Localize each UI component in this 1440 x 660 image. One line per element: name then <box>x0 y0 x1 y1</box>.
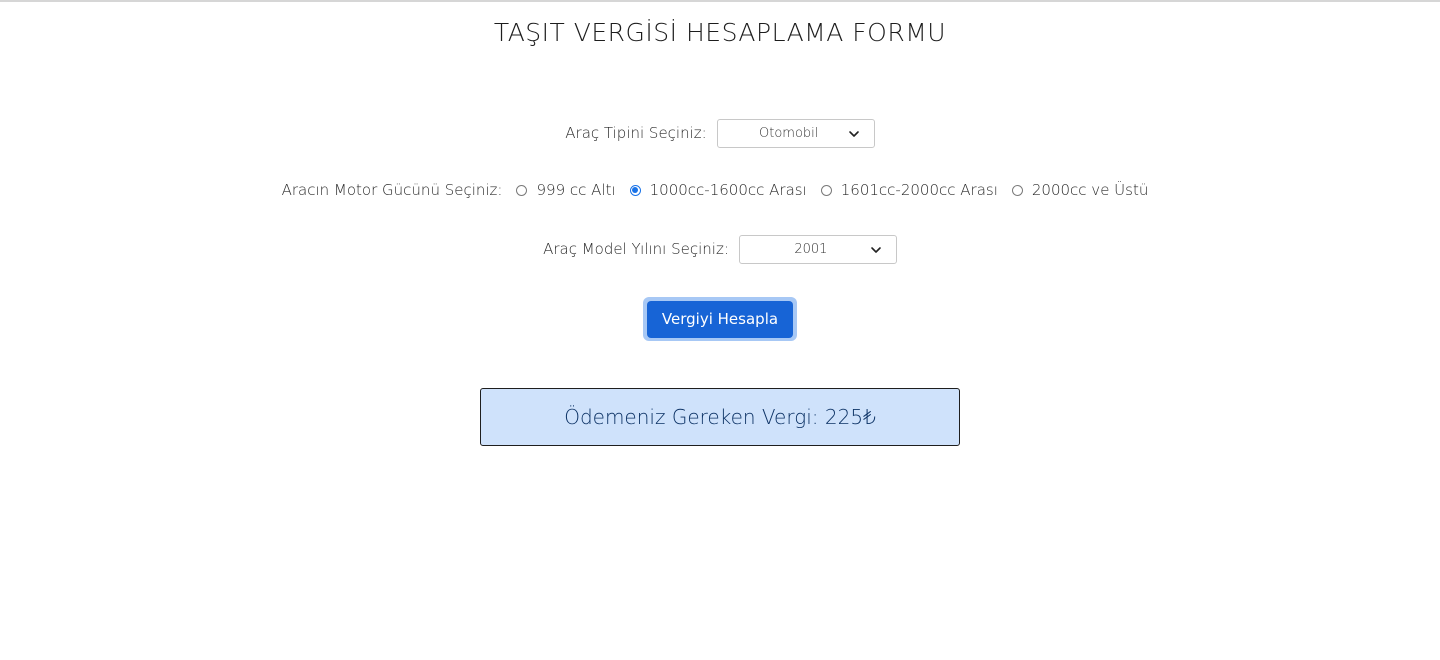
model-year-row: Araç Model Yılını Seçiniz: 2001 <box>0 233 1440 265</box>
vehicle-type-label: Araç Tipini Seçiniz: <box>565 124 707 142</box>
radio-button[interactable] <box>629 184 641 196</box>
chevron-down-icon <box>848 130 859 137</box>
engine-option-over-2000[interactable]: 2000cc ve Üstü <box>1008 181 1149 199</box>
engine-power-row: Aracın Motor Gücünü Seçiniz: 999 cc Altı… <box>0 176 1440 204</box>
chevron-down-icon <box>871 246 881 253</box>
engine-option-label: 999 cc Altı <box>536 181 616 199</box>
calculate-tax-button[interactable]: Vergiyi Hesapla <box>647 300 793 338</box>
vehicle-type-value: Otomobil <box>759 125 819 141</box>
engine-option-label: 1000cc-1600cc Arası <box>649 181 807 199</box>
page: TAŞIT VERGİSİ HESAPLAMA FORMU Araç Tipin… <box>0 0 1440 660</box>
engine-power-label: Aracın Motor Gücünü Seçiniz: <box>281 181 503 199</box>
engine-option-label: 2000cc ve Üstü <box>1031 181 1149 199</box>
vehicle-type-select[interactable]: Otomobil <box>716 118 875 148</box>
engine-option-under-999[interactable]: 999 cc Altı <box>512 181 616 199</box>
model-year-value: 2001 <box>794 241 828 257</box>
page-title: TAŞIT VERGİSİ HESAPLAMA FORMU <box>493 18 947 47</box>
model-year-select[interactable]: 2001 <box>738 234 897 264</box>
radio-button[interactable] <box>1011 184 1023 196</box>
model-year-label: Araç Model Yılını Seçiniz: <box>543 240 729 258</box>
vehicle-type-row: Araç Tipini Seçiniz: Otomobil <box>0 117 1440 149</box>
engine-option-1601-2000[interactable]: 1601cc-2000cc Arası <box>817 181 998 199</box>
engine-option-label: 1601cc-2000cc Arası <box>840 181 998 199</box>
radio-button[interactable] <box>516 184 528 196</box>
tax-result-text: Ödemeniz Gereken Vergi: 225₺ <box>564 405 876 429</box>
engine-power-radio-group: 999 cc Altı 1000cc-1600cc Arası 1601cc-2… <box>512 181 1158 199</box>
radio-button[interactable] <box>820 184 832 196</box>
calculate-button-focus-ring: Vergiyi Hesapla <box>643 297 797 341</box>
tax-result-box: Ödemeniz Gereken Vergi: 225₺ <box>480 388 960 446</box>
engine-option-1000-1600[interactable]: 1000cc-1600cc Arası <box>626 181 807 199</box>
